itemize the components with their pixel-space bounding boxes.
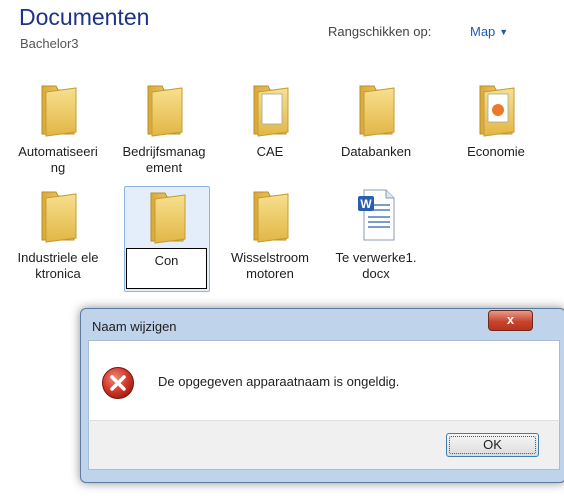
- folder-item[interactable]: CAE: [228, 80, 312, 184]
- dialog-title: Naam wijzigen: [92, 319, 177, 334]
- folder-icon: [145, 187, 189, 245]
- dialog-footer: OK: [88, 420, 560, 470]
- focus-ring: [449, 436, 536, 454]
- library-title: Documenten: [19, 4, 150, 30]
- folder-icon: [36, 80, 80, 138]
- item-label: CAE: [256, 144, 284, 159]
- ok-button[interactable]: OK: [446, 433, 539, 457]
- svg-text:W: W: [360, 197, 372, 211]
- item-label: Economie: [467, 144, 525, 159]
- folder-item[interactable]: Automatiseering: [16, 80, 100, 184]
- arrange-by-label: Rangschikken op:: [328, 24, 432, 39]
- close-icon: x: [506, 312, 515, 327]
- caret-down-icon: ▼: [499, 27, 509, 37]
- folder-icon: [474, 80, 518, 138]
- folder-item[interactable]: Industriele elektronica: [16, 186, 100, 290]
- folder-icon: [354, 80, 398, 138]
- folder-item[interactable]: Economie: [454, 80, 538, 184]
- folder-item[interactable]: Wisselstroommotoren: [228, 186, 312, 290]
- arrange-by-value: Map: [470, 24, 496, 39]
- item-label: Te verwerke1.docx: [335, 250, 417, 281]
- item-label: Databanken: [340, 144, 412, 159]
- folder-item[interactable]: Databanken: [334, 80, 418, 184]
- folder-icon: [142, 80, 186, 138]
- dialog-body: De opgegeven apparaatnaam is ongeldig.: [88, 340, 560, 421]
- word-document-icon: W: [358, 189, 395, 241]
- folder-icon: [36, 186, 80, 244]
- library-subtitle: Bachelor3: [20, 36, 79, 51]
- rename-error-dialog: Naam wijzigen x De opgegeven apparaatnaa…: [80, 308, 564, 483]
- item-label: Automatiseering: [18, 144, 98, 175]
- item-label: Bedrijfsmanagement: [122, 144, 206, 175]
- error-message: De opgegeven apparaatnaam is ongeldig.: [158, 374, 400, 389]
- item-label: Wisselstroommotoren: [230, 250, 309, 281]
- rename-text: Con: [154, 253, 179, 268]
- folder-icon: [248, 186, 292, 244]
- folder-item-selected[interactable]: Con: [124, 186, 210, 292]
- arrange-by-dropdown[interactable]: Map ▼: [470, 24, 508, 39]
- close-button[interactable]: x: [488, 310, 533, 331]
- document-item[interactable]: W Te verwerke1.docx: [334, 186, 418, 290]
- folder-icon: [248, 80, 292, 138]
- rename-input[interactable]: Con: [126, 248, 207, 289]
- folder-item[interactable]: Bedrijfsmanagement: [122, 80, 206, 184]
- error-icon: [102, 367, 134, 399]
- item-label: Industriele elektronica: [17, 250, 99, 281]
